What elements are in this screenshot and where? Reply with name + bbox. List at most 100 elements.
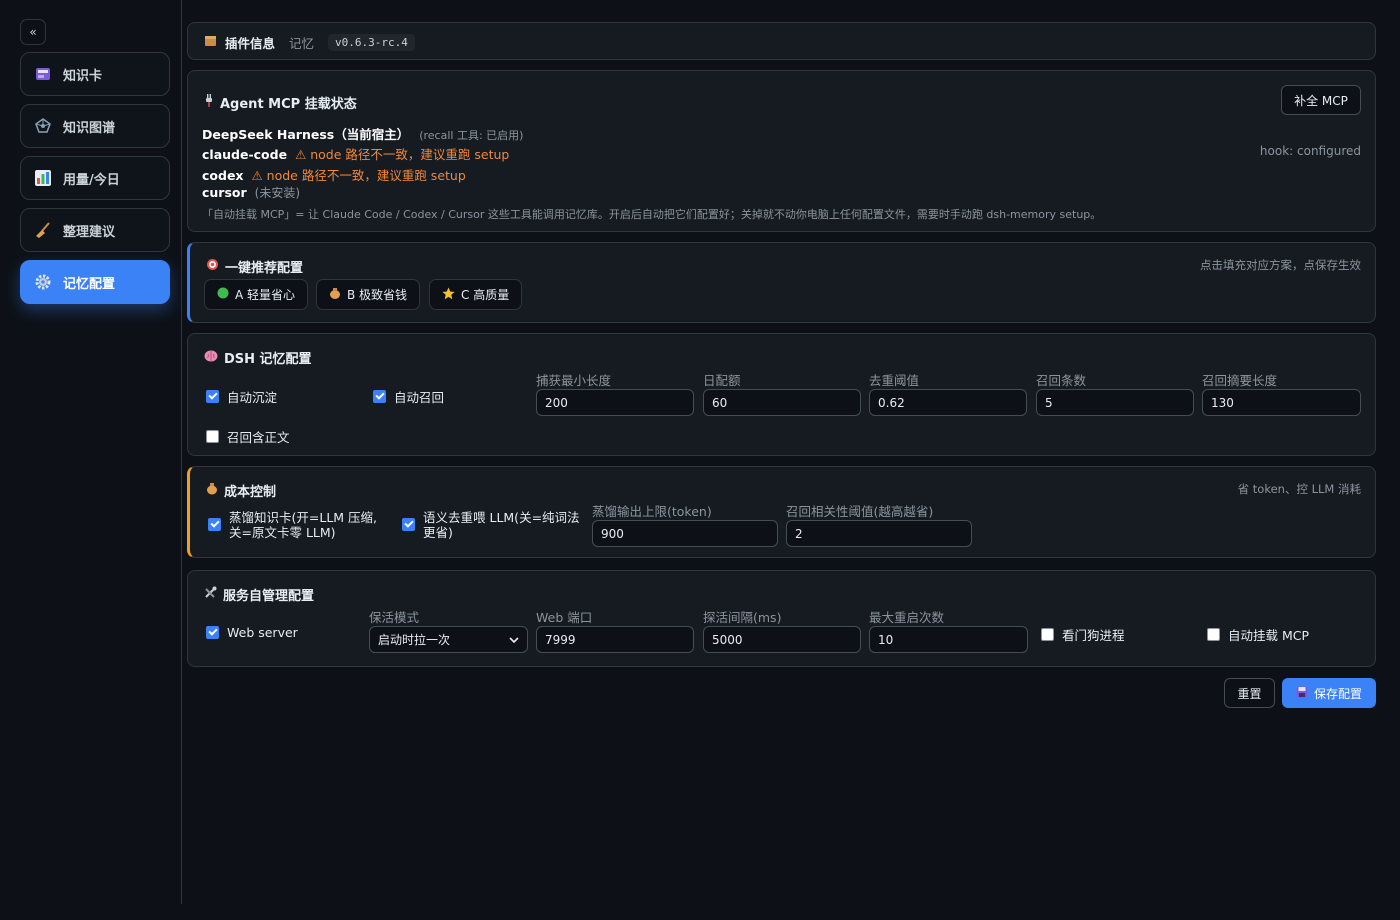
summary-length-label: 召回摘要长度 [1202,373,1278,388]
service-title-row: 服务自管理配置 [204,585,314,604]
sidebar-item-memory-config[interactable]: 记忆配置 [20,260,170,304]
web-server-checkbox[interactable]: Web server [206,625,298,640]
auto-recall-checkbox[interactable]: 自动召回 [373,387,444,406]
sidebar-item-label: 整理建议 [63,224,116,240]
min-length-input[interactable]: 200 [536,389,694,416]
cost-title-row: 成本控制 [206,481,276,500]
recall-body-checkbox[interactable]: 召回含正文 [206,427,290,446]
distill-card-checkbox[interactable]: 蒸馏知识卡(开=LLM 压缩, 关=原文卡零 LLM) [208,510,388,540]
semantic-dedup-checkbox[interactable]: 语义去重喂 LLM(关=纯词法更省) [402,510,582,540]
warning-text: ⚠ node 路径不一致，建议重跑 setup [251,168,466,183]
chevron-down-icon [509,633,519,647]
checkbox-checked[interactable] [208,518,221,531]
recall-count-label: 召回条数 [1036,373,1087,388]
mcp-host-deepseek: DeepSeek Harness（当前宿主） (recall 工具: 已启用) [202,124,523,143]
checkbox-label: 语义去重喂 LLM(关=纯词法更省) [423,510,580,540]
max-restart-label: 最大重启次数 [869,610,945,625]
checkbox-label: 召回含正文 [227,430,290,445]
preset-hint: 点击填充对应方案，点保存生效 [1200,258,1361,272]
host-note: (recall 工具: 已启用) [419,129,524,142]
probe-interval-input[interactable]: 5000 [703,626,861,653]
sidebar: « 知识卡 知识图谱 用量/今日 整理建议 记忆配置 [0,0,182,904]
daily-quota-input[interactable]: 60 [703,389,861,416]
checkbox-checked[interactable] [206,390,219,403]
dedup-threshold-input[interactable]: 0.62 [869,389,1027,416]
package-icon [204,34,217,51]
mcp-description: 「自动挂载 MCP」= 让 Claude Code / Codex / Curs… [202,208,1102,221]
brain-icon [204,350,218,366]
relevance-threshold-input[interactable]: 2 [786,520,972,547]
service-title: 服务自管理配置 [223,589,315,604]
auto-deposit-checkbox[interactable]: 自动沉淀 [206,387,277,406]
cost-control-card: 成本控制 省 token、控 LLM 消耗 蒸馏知识卡(开=LLM 压缩, 关=… [187,466,1376,558]
checkbox-label: 自动沉淀 [227,390,278,405]
warning-text: ⚠ node 路径不一致，建议重跑 setup [295,147,510,162]
plugin-info-title: 插件信息 [225,36,276,51]
fill-mcp-button[interactable]: 补全 MCP [1281,85,1361,115]
max-restart-input[interactable]: 10 [869,626,1028,653]
plugin-info-card: 插件信息 记忆 v0.6.3-rc.4 [187,22,1376,60]
recall-count-input[interactable]: 5 [1036,389,1194,416]
watchdog-checkbox[interactable]: 看门狗进程 [1041,625,1125,644]
checkbox-checked[interactable] [206,626,219,639]
summary-length-input[interactable]: 130 [1202,389,1361,416]
checkbox-unchecked[interactable] [1207,628,1220,641]
mcp-status-card: Agent MCP 挂载状态 补全 MCP DeepSeek Harness（当… [187,70,1376,232]
checkbox-label: 自动召回 [394,390,445,405]
preset-c-button[interactable]: C 高质量 [429,279,523,310]
money-bag-icon [329,287,341,302]
distill-max-input[interactable]: 900 [592,520,778,547]
checkbox-checked[interactable] [402,518,415,531]
dsh-title-row: DSH 记忆配置 [204,348,312,367]
sidebar-item-suggestions[interactable]: 整理建议 [20,208,170,252]
daily-quota-label: 日配额 [703,373,741,388]
host-name: claude-code [202,147,288,162]
preset-title-row: 一键推荐配置 [206,257,303,276]
gear-icon [33,272,53,292]
sidebar-item-usage[interactable]: 用量/今日 [20,156,170,200]
checkbox-unchecked[interactable] [206,430,219,443]
save-config-button[interactable]: 保存配置 [1282,678,1376,708]
web-port-input[interactable]: 7999 [536,626,694,653]
distill-max-label: 蒸馏输出上限(token) [592,504,712,519]
sidebar-item-label: 用量/今日 [63,172,120,188]
preset-title: 一键推荐配置 [225,261,304,276]
dsh-config-card: DSH 记忆配置 自动沉淀 自动召回 召回含正文 捕获最小长度 200 日配额 … [187,333,1376,456]
cost-hint: 省 token、控 LLM 消耗 [1237,482,1361,496]
checkbox-label: Web server [227,625,298,640]
checkbox-label: 蒸馏知识卡(开=LLM 压缩, 关=原文卡零 LLM) [229,510,378,540]
select-value: 启动时拉一次 [378,633,451,647]
network-icon [33,116,53,136]
probe-interval-label: 探活间隔(ms) [703,610,782,625]
checkbox-label: 看门狗进程 [1062,628,1125,643]
floppy-disk-icon [1296,686,1308,701]
preset-label: A 轻量省心 [235,288,296,302]
sidebar-item-label: 知识图谱 [63,120,116,136]
sidebar-item-knowledge-cards[interactable]: 知识卡 [20,52,170,96]
version-badge: v0.6.3-rc.4 [328,34,415,51]
mcp-title: Agent MCP 挂载状态 [220,97,357,112]
mcp-host-cursor: cursor (未安装) [202,184,300,201]
preset-a-button[interactable]: A 轻量省心 [204,279,309,310]
web-port-label: Web 端口 [536,610,593,625]
collapse-sidebar-button[interactable]: « [20,19,46,45]
cost-title: 成本控制 [224,485,277,500]
star-icon [442,287,455,303]
sidebar-item-label: 知识卡 [63,68,103,84]
reset-button[interactable]: 重置 [1224,678,1275,708]
keepalive-mode-select[interactable]: 启动时拉一次 [369,626,528,653]
keepalive-mode-label: 保活模式 [369,610,420,625]
host-name: codex [202,168,244,183]
preset-label: B 极致省钱 [347,288,408,302]
auto-mount-mcp-checkbox[interactable]: 自动挂载 MCP [1207,625,1309,644]
tools-icon [204,586,217,603]
money-bag-icon [206,482,218,499]
checkbox-checked[interactable] [373,390,386,403]
checkbox-unchecked[interactable] [1041,628,1054,641]
hook-status: hook: configured [1259,144,1361,158]
preset-b-button[interactable]: B 极致省钱 [316,279,421,310]
preset-card: 一键推荐配置 点击填充对应方案，点保存生效 A 轻量省心 B 极致省钱 C 高质… [187,242,1376,323]
sidebar-item-knowledge-graph[interactable]: 知识图谱 [20,104,170,148]
min-length-label: 捕获最小长度 [536,373,612,388]
mcp-host-claude: claude-code ⚠ node 路径不一致，建议重跑 setup [202,144,509,163]
